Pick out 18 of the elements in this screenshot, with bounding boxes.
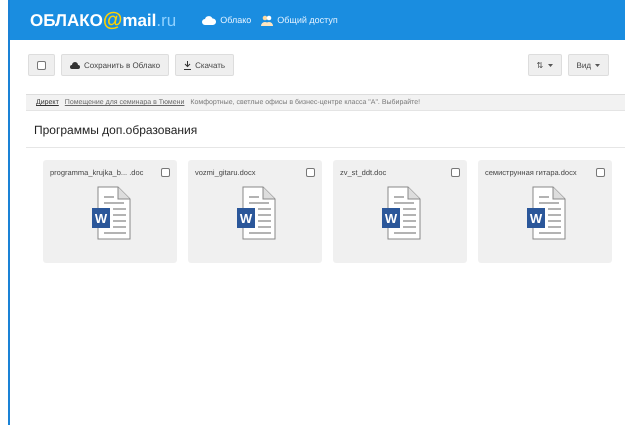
file-checkbox[interactable] [161, 168, 170, 177]
file-checkbox[interactable] [596, 168, 605, 177]
people-icon [261, 14, 274, 26]
select-all-button[interactable] [28, 54, 55, 76]
download-button[interactable]: Скачать [175, 54, 234, 76]
file-checkbox[interactable] [306, 168, 315, 177]
file-checkbox[interactable] [451, 168, 460, 177]
cloud-upload-icon [70, 61, 80, 69]
folder-title: Программы доп.образования [26, 111, 625, 148]
sort-button[interactable]: ⇅ [528, 54, 562, 76]
download-icon [184, 60, 192, 70]
cloud-icon [202, 16, 216, 24]
logo[interactable]: ОБЛАКО@mail.ru [30, 8, 176, 32]
caret-icon [595, 64, 600, 66]
save-to-cloud-button[interactable]: Сохранить в Облако [61, 54, 170, 76]
view-button[interactable]: Вид [568, 54, 609, 76]
caret-icon [548, 64, 553, 66]
checkbox[interactable] [37, 60, 46, 70]
